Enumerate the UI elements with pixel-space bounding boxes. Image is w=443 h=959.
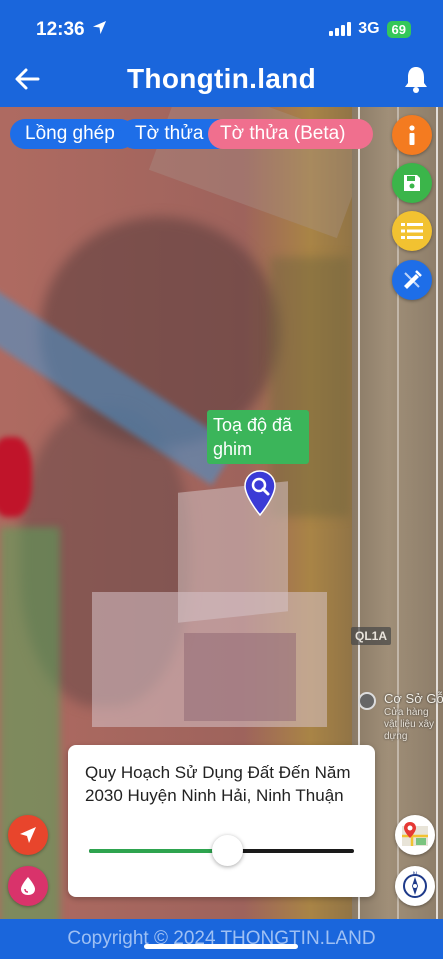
map-layers-button[interactable] <box>395 815 435 855</box>
poi-category: Cửa hàng vật liệu xây dựng <box>384 707 435 742</box>
list-button[interactable] <box>392 211 432 251</box>
map-building <box>184 633 296 721</box>
planning-card: Quy Hoạch Sử Dụng Đất Đến Năm 2030 Huyện… <box>68 745 375 897</box>
save-button[interactable] <box>392 163 432 203</box>
opacity-slider[interactable] <box>89 835 354 866</box>
map-vegetation <box>270 257 350 517</box>
network-type: 3G <box>358 20 380 37</box>
signal-icon <box>329 22 352 36</box>
tab-long-ghep[interactable]: Lồng ghép <box>10 119 135 149</box>
shop-icon <box>358 692 376 710</box>
drop-button[interactable] <box>8 866 48 906</box>
status-indicators: 3G 69 <box>329 20 411 38</box>
info-button[interactable] <box>392 115 432 155</box>
pinned-coordinate-label: Toạ độ đã ghim <box>207 410 309 464</box>
list-icon <box>401 223 423 239</box>
info-icon <box>409 125 415 145</box>
home-indicator[interactable] <box>144 944 298 949</box>
status-time: 12:36 <box>36 19 85 40</box>
opacity-slider-thumb[interactable] <box>211 835 243 866</box>
map-zone <box>0 437 32 517</box>
tab-to-thua-beta[interactable]: Tờ thửa (Beta) <box>208 119 373 149</box>
map-zone <box>0 527 60 919</box>
svg-text:N: N <box>413 872 417 878</box>
planning-title: Quy Hoạch Sử Dụng Đất Đến Năm 2030 Huyện… <box>85 763 351 805</box>
measure-tool-button[interactable] <box>392 260 432 300</box>
compass-button[interactable]: N <box>395 866 435 906</box>
footer-copyright: Copyright © 2024 THONGTIN.LAND <box>0 919 443 959</box>
measure-tool-icon <box>404 270 422 289</box>
app-title: Thongtin.land <box>127 63 316 94</box>
drop-icon <box>21 877 35 895</box>
compass-icon: N <box>403 872 427 898</box>
road-label: QL1A <box>351 627 392 645</box>
battery-indicator: 69 <box>386 20 411 38</box>
locate-icon <box>20 827 36 843</box>
map-pin-icon[interactable] <box>243 470 277 516</box>
map-layers-icon <box>402 822 428 846</box>
locate-button[interactable] <box>8 815 48 855</box>
opacity-slider-fill <box>89 849 227 853</box>
app-header: 12:36 3G 69 Thongtin.land <box>0 0 443 107</box>
bell-icon[interactable] <box>402 64 430 94</box>
location-arrow-icon <box>92 20 107 35</box>
save-icon <box>404 175 420 191</box>
poi-name: Cơ Sở Gỗ T <box>384 691 443 706</box>
